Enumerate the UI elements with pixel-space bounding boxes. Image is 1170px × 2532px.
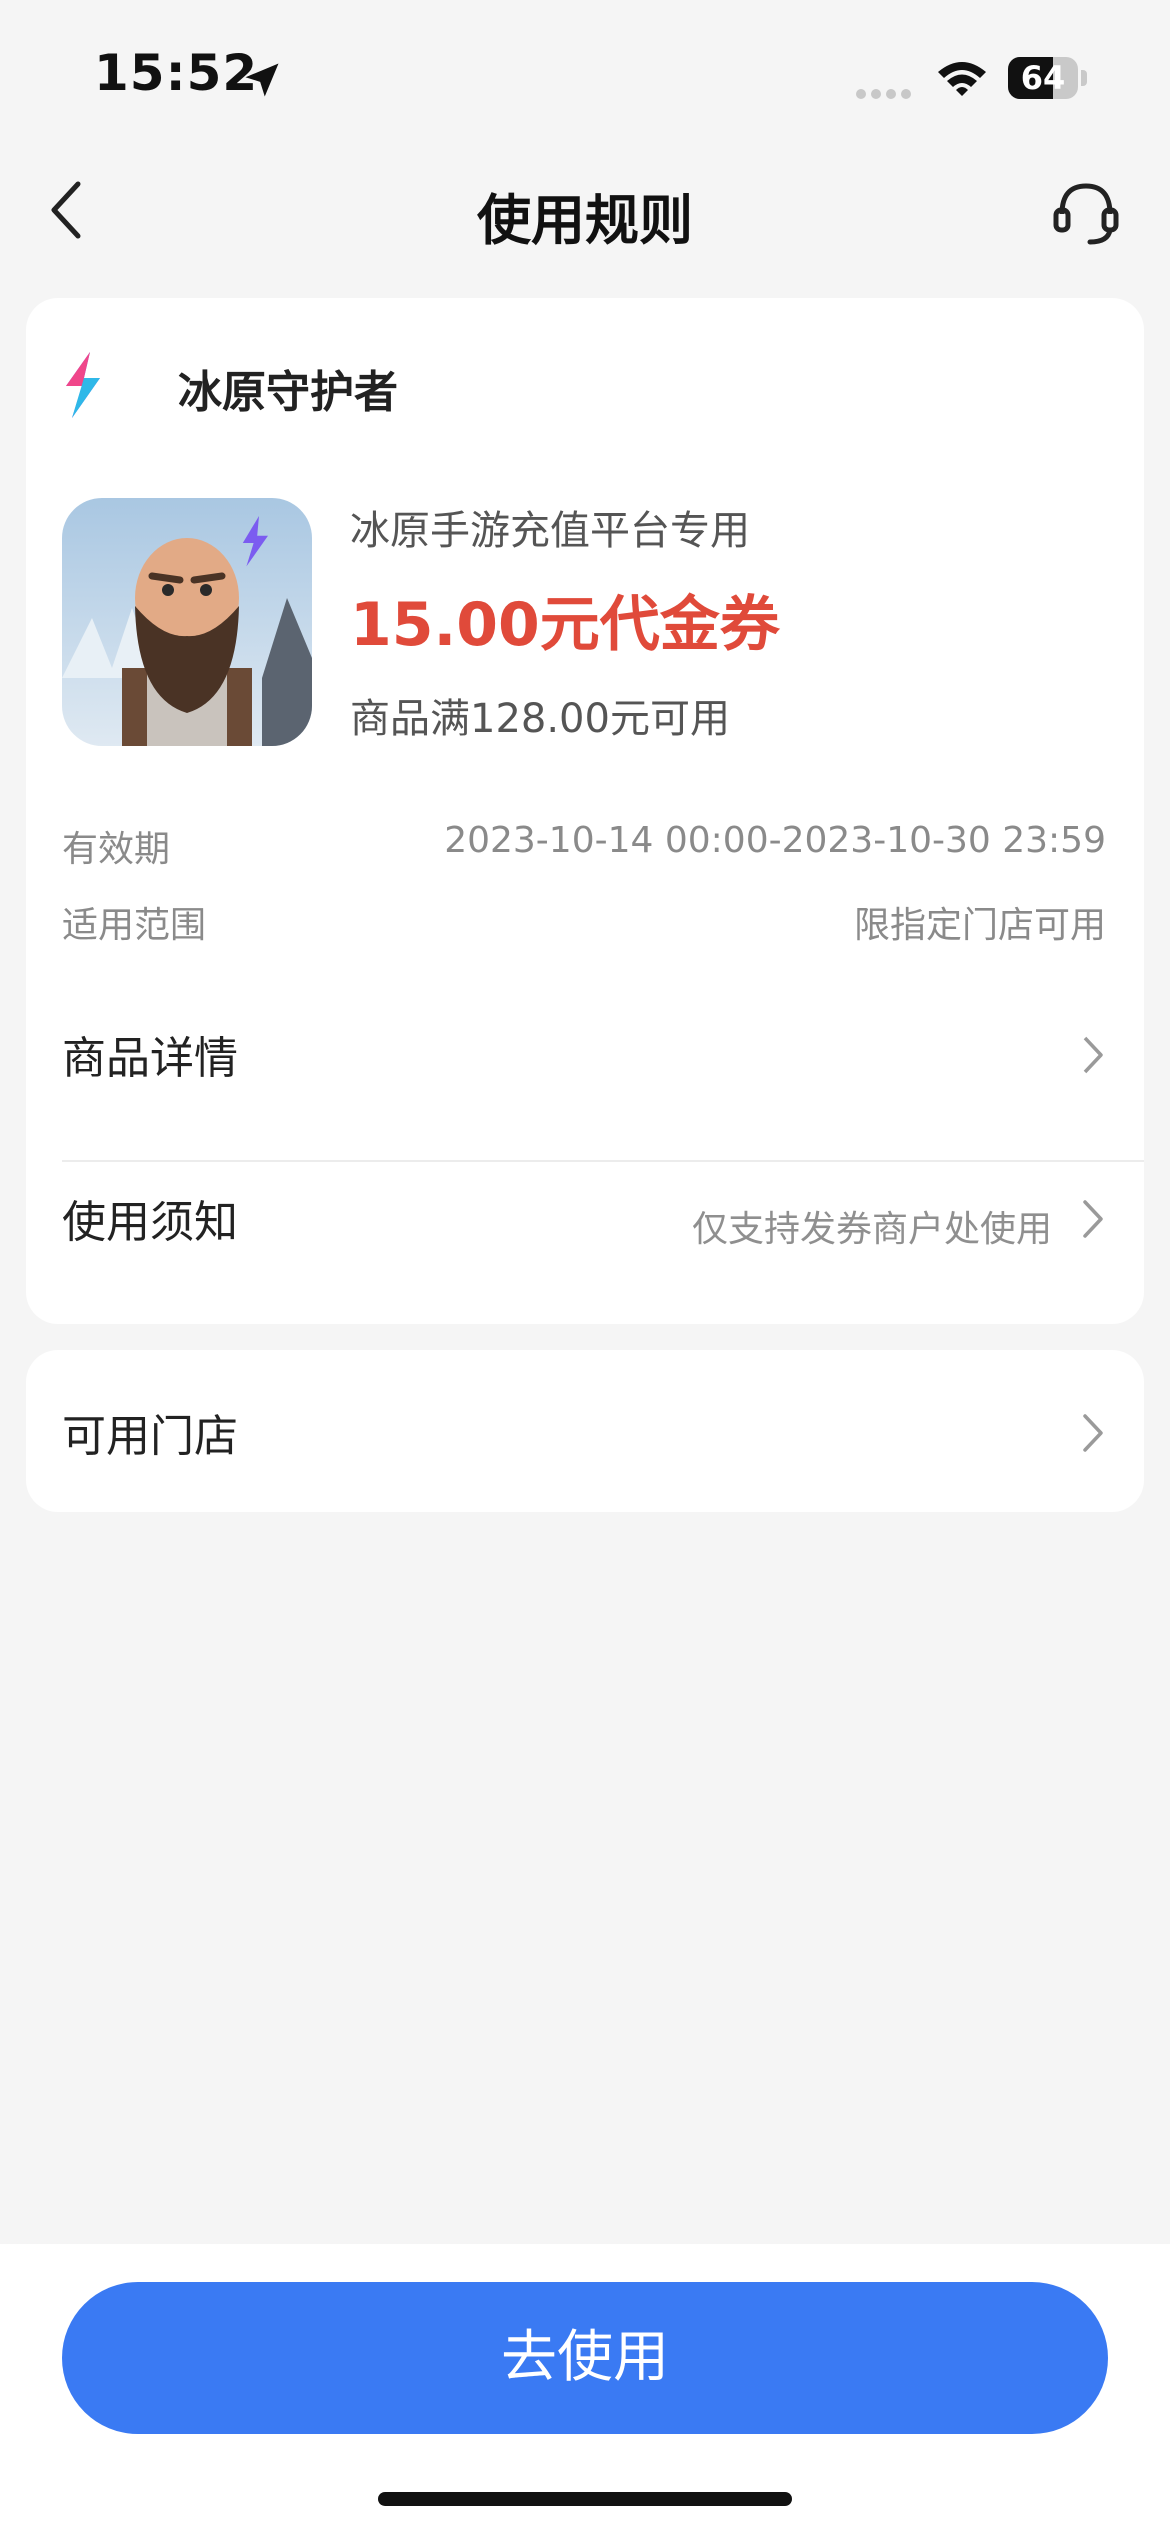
validity-value: 2023-10-14 00:00-2023-10-30 23:59 xyxy=(444,820,1106,861)
page-title: 使用规则 xyxy=(477,189,693,252)
usage-notice-hint: 仅支持发券商户处使用 xyxy=(691,1209,1052,1250)
status-time: 15:52 xyxy=(94,44,259,102)
signal-dots-icon xyxy=(856,84,916,99)
navigation-bar: 使用规则 xyxy=(0,150,1170,270)
scope-value: 限指定门店可用 xyxy=(853,905,1106,946)
battery-level: 64 xyxy=(1020,59,1066,97)
coupon-card: 冰原守护者 冰原手游充值平台专用 15.00元代金券 商品满128.00元可用 … xyxy=(26,298,1144,1324)
available-stores-card[interactable]: 可用门店 xyxy=(26,1350,1144,1512)
wifi-icon xyxy=(938,62,986,96)
scope-label: 适用范围 xyxy=(62,905,207,946)
validity-label: 有效期 xyxy=(62,829,171,870)
usage-notice-label: 使用须知 xyxy=(62,1197,238,1248)
usage-notice-row[interactable]: 使用须知 仅支持发券商户处使用 xyxy=(26,1152,1144,1282)
battery-icon: 64 xyxy=(1008,57,1088,101)
chevron-right-icon xyxy=(1083,1036,1103,1074)
customer-service-headset-icon[interactable] xyxy=(1050,176,1122,248)
location-arrow-icon xyxy=(245,63,279,97)
status-bar: 15:52 64 xyxy=(0,0,1170,150)
use-coupon-button[interactable]: 去使用 xyxy=(62,2282,1108,2434)
merchant-logo-icon xyxy=(66,352,100,418)
bottom-action-bar: 去使用 xyxy=(0,2244,1170,2532)
coupon-condition: 商品满128.00元可用 xyxy=(350,696,730,742)
coupon-thumbnail xyxy=(62,498,312,746)
home-indicator xyxy=(378,2492,792,2506)
coupon-platform-text: 冰原手游充值平台专用 xyxy=(350,508,750,554)
available-stores-label: 可用门店 xyxy=(62,1411,238,1462)
available-stores-row[interactable]: 可用门店 xyxy=(26,1366,1144,1496)
coupon-amount: 15.00元代金券 xyxy=(350,590,780,660)
merchant-name: 冰原守护者 xyxy=(178,367,398,418)
chevron-right-icon xyxy=(1083,1200,1103,1238)
chevron-right-icon xyxy=(1083,1414,1103,1452)
product-details-label: 商品详情 xyxy=(62,1033,238,1084)
product-details-row[interactable]: 商品详情 xyxy=(26,988,1144,1118)
